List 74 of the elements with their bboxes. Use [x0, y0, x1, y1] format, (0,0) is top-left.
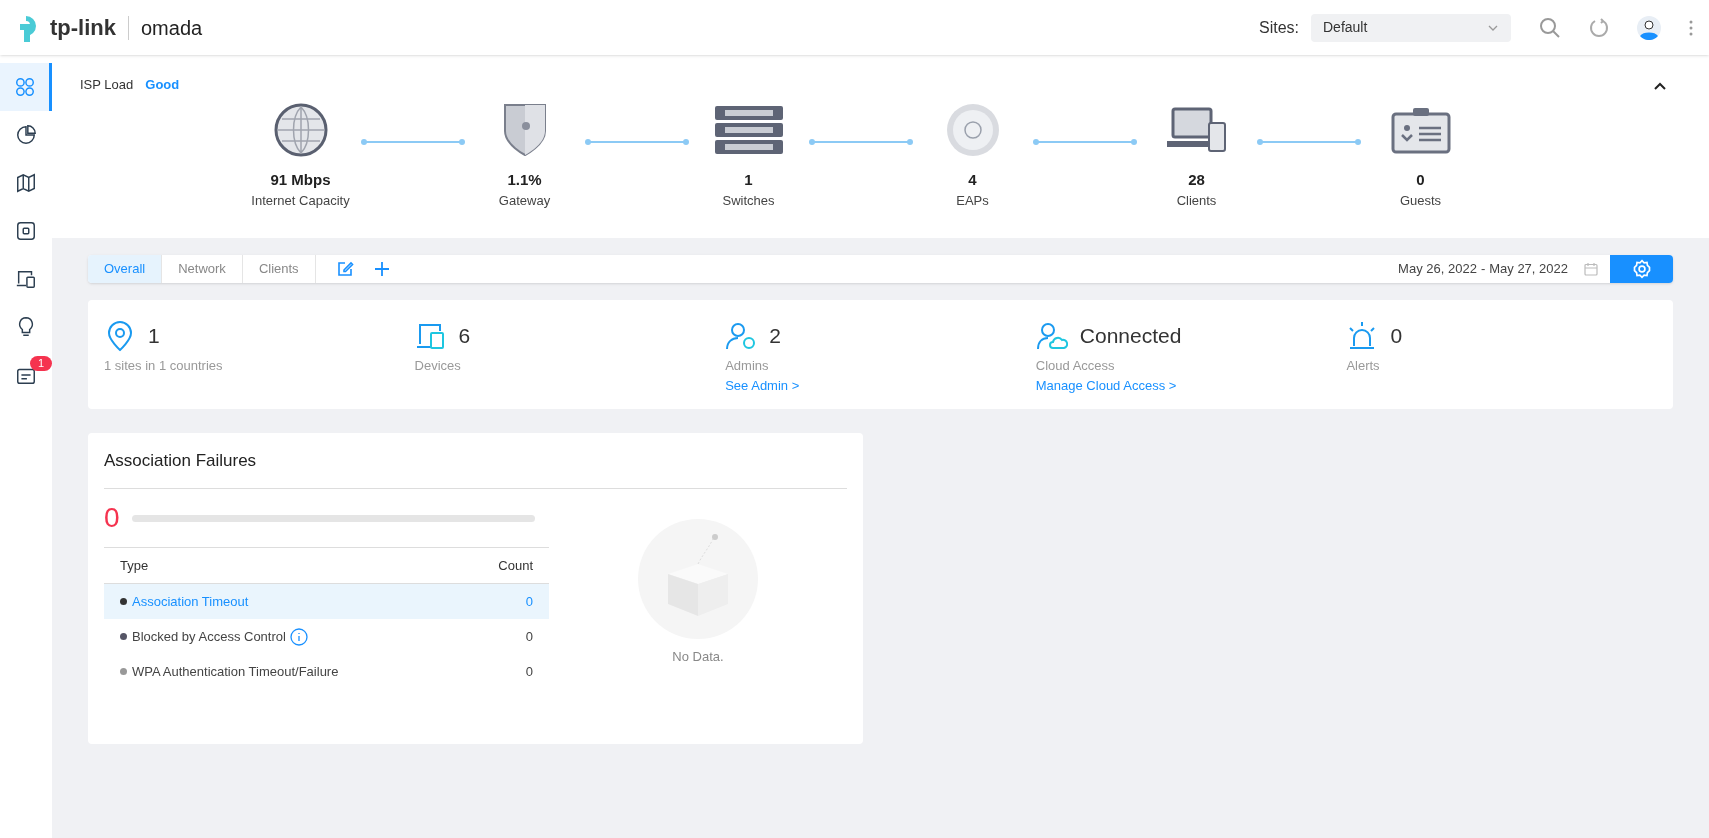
stat-value: 6 — [458, 323, 471, 350]
stat-value: 0 — [1390, 323, 1403, 350]
stat-link[interactable]: See Admin > — [725, 375, 1036, 395]
column-header: Type — [120, 556, 149, 575]
column-header: Count — [498, 556, 533, 575]
site-select[interactable]: Default — [1311, 13, 1511, 42]
node-label: Switches — [722, 192, 775, 210]
stat-label: Admins — [725, 357, 770, 375]
avatar-icon[interactable] — [1637, 15, 1661, 40]
user-cloud-icon — [1035, 320, 1068, 352]
ceiling-access-point-icon — [944, 101, 1001, 158]
node-label: Clients — [1176, 192, 1217, 210]
node-label: Guests — [1399, 192, 1442, 210]
calendar-icon[interactable] — [1584, 262, 1598, 276]
settings-icon — [1631, 259, 1652, 279]
user-gear-icon — [725, 320, 758, 352]
node-value: 1 — [744, 169, 753, 190]
tab[interactable]: Clients — [242, 255, 316, 283]
table-row[interactable]: Association Timeout 0 — [104, 584, 549, 619]
stat-label: Alerts — [1346, 357, 1381, 375]
map-icon — [15, 172, 37, 194]
node-value: 91 Mbps — [270, 169, 331, 190]
node-value: 28 — [1188, 169, 1205, 190]
stat-value: 1 — [148, 323, 160, 350]
node-value: 1.1% — [507, 169, 542, 190]
failure-count: 0 — [525, 627, 533, 646]
pie-chart-icon — [15, 124, 37, 146]
failure-type: Blocked by Access Control — [132, 627, 286, 646]
info-icon[interactable] — [289, 627, 308, 646]
isp-load-value: Good — [145, 76, 180, 94]
edit-icon[interactable] — [335, 260, 354, 278]
failure-total: 0 — [104, 501, 120, 535]
node-value: 4 — [968, 169, 977, 190]
start-date[interactable]: May 26, 2022 — [1398, 259, 1477, 279]
square-device-icon — [15, 220, 37, 242]
product-name: omada — [141, 15, 203, 41]
brand-name: tp-link — [50, 14, 116, 42]
node-label: EAPs — [956, 192, 989, 210]
stat-label: Cloud Access — [1035, 357, 1116, 375]
globe-icon — [272, 101, 329, 158]
stat-label: 1 sites in 1 countries — [104, 357, 224, 375]
stat-link[interactable]: Manage Cloud Access > — [1035, 375, 1347, 395]
table-row[interactable]: WPA Authentication Timeout/Failure 0 — [104, 654, 549, 689]
more-icon[interactable] — [1689, 19, 1693, 36]
failure-type: Association Timeout — [132, 592, 249, 611]
stat-value: 2 — [769, 323, 781, 350]
empty-text: No Data. — [672, 648, 724, 666]
refresh-icon[interactable] — [1589, 17, 1609, 38]
tab[interactable]: Network — [162, 255, 243, 283]
notification-badge: 1 — [29, 356, 52, 371]
node-label: Gateway — [498, 192, 551, 210]
failure-count: 0 — [525, 662, 533, 681]
failure-count: 0 — [525, 592, 533, 611]
sites-label: Sites: — [1259, 17, 1299, 38]
monitor-phone-icon — [15, 268, 37, 290]
table-row[interactable]: Blocked by Access Control 0 — [104, 619, 549, 654]
id-badge-icon — [1390, 105, 1451, 154]
end-date[interactable]: May 27, 2022 — [1489, 259, 1568, 279]
node-label: Internet Capacity — [251, 192, 350, 210]
add-icon[interactable] — [373, 261, 390, 277]
grid-icon — [13, 76, 36, 98]
stat-value: Connected — [1079, 323, 1182, 350]
card-title: Association Failures — [104, 433, 847, 489]
settings-button[interactable] — [1610, 255, 1673, 283]
node-value: 0 — [1416, 169, 1425, 190]
failure-type: WPA Authentication Timeout/Failure — [132, 662, 339, 681]
sidebar-item[interactable]: 1 — [0, 351, 52, 399]
search-icon[interactable] — [1539, 16, 1561, 39]
tab[interactable]: Overall — [88, 255, 163, 283]
collapse-icon[interactable] — [1653, 81, 1667, 91]
switch-stack-icon — [712, 103, 785, 156]
stat-label: Devices — [414, 357, 462, 375]
isp-load-label: ISP Load — [80, 76, 134, 94]
date-separator: - — [1480, 260, 1486, 279]
